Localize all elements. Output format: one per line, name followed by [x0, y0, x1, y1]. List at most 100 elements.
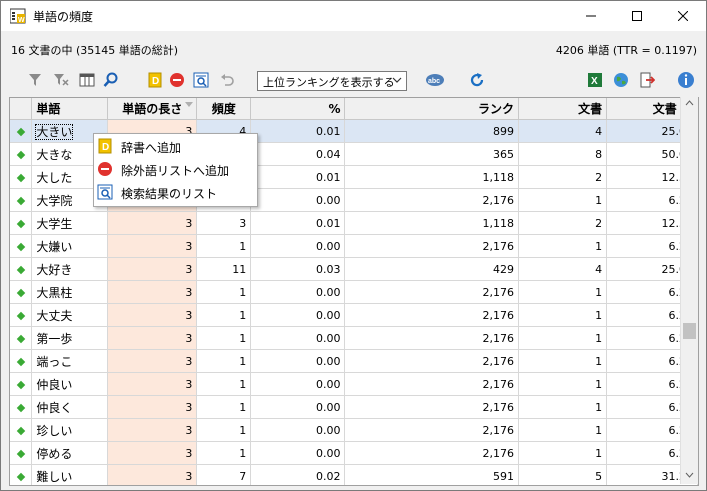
cell-documents: 1: [518, 326, 608, 350]
table-row[interactable]: 大学生 3 3 0.01 1,118 2 12.50: [10, 211, 698, 235]
minimize-button[interactable]: [568, 1, 614, 31]
row-marker: [10, 142, 33, 166]
cell-documents-value: 1: [595, 239, 603, 253]
cell-word-length: 3: [107, 372, 198, 396]
table-row[interactable]: 大黒柱310.002,17616.25: [10, 280, 698, 304]
row-marker: [10, 303, 33, 327]
cell-word[interactable]: 大丈夫: [31, 303, 109, 327]
table-row[interactable]: 停める310.002,17616.25: [10, 441, 698, 465]
table-row[interactable]: 難しい 3 7 0.02 591 5 31.25: [10, 464, 698, 485]
header-word-length[interactable]: 単語の長さ: [107, 98, 198, 120]
refresh-button[interactable]: [467, 70, 487, 90]
cell-frequency: 7: [196, 464, 252, 485]
table-row[interactable]: 端っこ310.002,17616.25: [10, 349, 698, 373]
cell-documents: 2: [518, 165, 608, 189]
cell-word[interactable]: 大学生: [31, 211, 109, 235]
cell-documents: 1: [518, 188, 608, 212]
info-button[interactable]: [676, 70, 696, 90]
cell-documents-value: 5: [595, 469, 603, 483]
cell-word[interactable]: 第一歩: [31, 326, 109, 350]
cell-rank-value: 2,176: [482, 446, 514, 460]
cell-documents: 1: [518, 372, 608, 396]
cell-documents-value: 4: [595, 124, 603, 138]
header-rank[interactable]: ランク: [344, 98, 519, 120]
cell-percent-value: 0.00: [315, 285, 341, 299]
cell-percent: 0.00: [250, 188, 346, 212]
cell-word[interactable]: 大黒柱: [31, 280, 109, 304]
menu-item-add-exclusion[interactable]: 除外語リストへ追加: [94, 158, 257, 180]
cell-word-length: 3: [107, 303, 198, 327]
web-button[interactable]: [611, 70, 631, 90]
exclude-button[interactable]: [167, 70, 187, 90]
cell-word-length-value: 3: [185, 308, 193, 322]
cell-word-length-value: 3: [185, 377, 193, 391]
cell-rank: 899: [344, 119, 519, 143]
header-percent[interactable]: %: [250, 98, 346, 120]
cell-word[interactable]: 大嫌い: [31, 234, 109, 258]
header-word[interactable]: 単語: [31, 98, 109, 120]
cell-percent-value: 0.00: [315, 239, 341, 253]
cell-documents-value: 2: [595, 170, 603, 184]
search-results-button[interactable]: [191, 70, 211, 90]
row-marker: [10, 326, 33, 350]
cell-word[interactable]: 難しい: [31, 464, 109, 485]
vertical-scrollbar[interactable]: [680, 97, 698, 484]
export-button[interactable]: [637, 70, 657, 90]
maximize-button[interactable]: [614, 1, 660, 31]
table-row[interactable]: 第一歩310.002,17616.25: [10, 326, 698, 350]
menu-item-search-results[interactable]: 検索結果のリスト: [94, 181, 257, 203]
search-results-icon: [97, 184, 113, 200]
cell-word-value: 端っこ: [36, 354, 73, 369]
scroll-up-icon[interactable]: [685, 100, 694, 106]
info-icon: [678, 72, 694, 88]
cell-rank-value: 429: [492, 262, 514, 276]
cell-word[interactable]: 端っこ: [31, 349, 109, 373]
cell-word[interactable]: 仲良い: [31, 372, 109, 396]
table-row[interactable]: 大嫌い310.002,17616.25: [10, 234, 698, 258]
table-row[interactable]: 仲良い310.002,17616.25: [10, 372, 698, 396]
row-marker: [10, 188, 33, 212]
table-row[interactable]: 大好き 3 11 0.03 429 4 25.00: [10, 257, 698, 281]
table-row[interactable]: 仲良く310.002,17616.25: [10, 395, 698, 419]
cell-percent: 0.00: [250, 280, 346, 304]
table-row[interactable]: 珍しい310.002,17616.25: [10, 418, 698, 442]
table-header: 単語 単語の長さ 頻度 % ランク 文書 文書 %: [10, 98, 698, 120]
cell-percent: 0.00: [250, 395, 346, 419]
cell-word-value: 大学院: [36, 193, 73, 208]
cell-percent: 0.00: [250, 326, 346, 350]
cell-word[interactable]: 仲良く: [31, 395, 109, 419]
cell-word[interactable]: 大好き: [31, 257, 109, 281]
cell-rank: 1,118: [344, 211, 519, 235]
search-button[interactable]: [101, 70, 121, 90]
close-icon: [678, 11, 688, 21]
cell-documents-value: 1: [595, 285, 603, 299]
ranking-select[interactable]: 上位ランキングを表示する: [257, 71, 407, 91]
clear-filter-button[interactable]: [51, 70, 71, 90]
cell-rank: 2,176: [344, 349, 519, 373]
header-marker: [10, 98, 33, 120]
spell-button[interactable]: abc: [425, 70, 445, 90]
cell-word[interactable]: 珍しい: [31, 418, 109, 442]
cell-percent: 0.00: [250, 372, 346, 396]
scroll-down-icon[interactable]: [685, 472, 694, 478]
close-button[interactable]: [660, 1, 706, 31]
filter-icon: [29, 74, 41, 86]
add-dictionary-button[interactable]: D: [145, 70, 165, 90]
table-row[interactable]: 大丈夫310.002,17616.25: [10, 303, 698, 327]
cell-documents-value: 4: [595, 262, 603, 276]
cell-word[interactable]: 停める: [31, 441, 109, 465]
columns-button[interactable]: [77, 70, 97, 90]
undo-button[interactable]: [217, 70, 237, 90]
excel-export-button[interactable]: X: [585, 70, 605, 90]
web-icon: [614, 73, 628, 87]
cell-rank: 2,176: [344, 441, 519, 465]
scrollbar-thumb[interactable]: [683, 323, 696, 339]
cell-documents: 5: [518, 464, 608, 485]
cell-frequency: 1: [196, 395, 252, 419]
dictionary-icon: D: [148, 72, 162, 88]
cell-percent: 0.04: [250, 142, 346, 166]
header-frequency[interactable]: 頻度: [196, 98, 252, 120]
filter-button[interactable]: [25, 70, 45, 90]
header-documents[interactable]: 文書: [518, 98, 608, 120]
menu-item-add-dictionary[interactable]: D 辞書へ追加: [94, 135, 257, 157]
